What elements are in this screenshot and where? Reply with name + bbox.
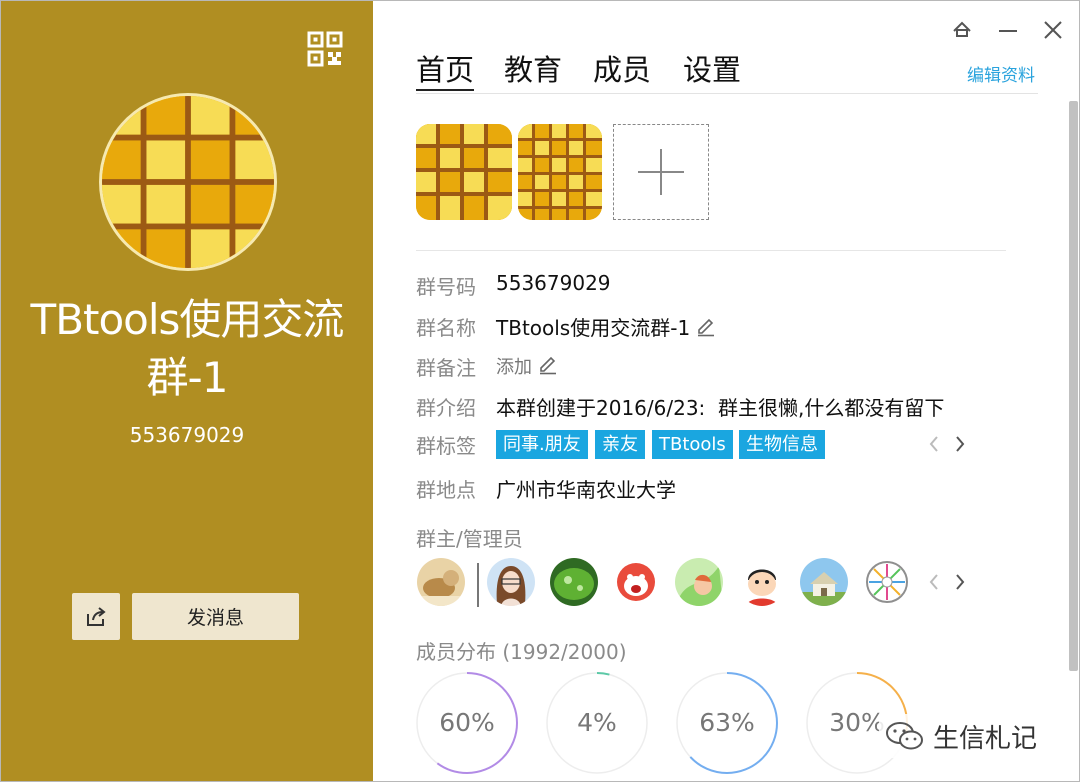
- tags-prev-icon[interactable]: [925, 433, 943, 455]
- group-tags-label: 群标签: [416, 434, 476, 458]
- add-photo-button[interactable]: [613, 124, 709, 220]
- active-tab-indicator: [416, 89, 474, 91]
- tabs-divider: [416, 93, 1038, 94]
- admin-avatar[interactable]: [417, 558, 465, 606]
- tag-item[interactable]: 亲友: [595, 430, 645, 459]
- admin-avatar[interactable]: [675, 558, 723, 606]
- tab-members[interactable]: 成员: [593, 47, 651, 91]
- group-remark-label: 群备注: [416, 356, 476, 380]
- admin-avatar[interactable]: [738, 558, 786, 606]
- admin-avatar[interactable]: [612, 558, 660, 606]
- tag-item[interactable]: 同事.朋友: [496, 430, 588, 459]
- owner-separator: [477, 563, 479, 607]
- distribution-label: 成员分布: [416, 640, 496, 664]
- admin-avatar[interactable]: [800, 558, 848, 606]
- group-name-value: TBtools使用交流群-1: [496, 316, 691, 340]
- minimize-icon[interactable]: [995, 17, 1021, 43]
- edit-remark-icon[interactable]: [538, 355, 558, 375]
- distribution-count: (1992/2000): [502, 640, 627, 664]
- admins-label: 群主/管理员: [416, 527, 523, 551]
- share-button[interactable]: [72, 593, 120, 640]
- group-avatar[interactable]: [99, 93, 277, 271]
- group-photo-2[interactable]: [518, 124, 602, 220]
- group-profile-window: TBtools使用交流群-1 553679029 发消息 首页 教育 成员 设置…: [0, 0, 1080, 782]
- ring-percent: 63%: [699, 708, 755, 737]
- group-number-value: 553679029: [496, 271, 611, 295]
- tag-item[interactable]: 生物信息: [739, 430, 825, 459]
- group-location-value: 广州市华南农业大学: [496, 478, 676, 502]
- edit-name-icon[interactable]: [696, 317, 716, 337]
- tags-next-icon[interactable]: [951, 433, 969, 455]
- distribution-ring[interactable]: 4%: [545, 671, 649, 775]
- qr-code-icon[interactable]: [307, 31, 343, 67]
- left-panel: TBtools使用交流群-1 553679029 发消息: [1, 1, 373, 781]
- close-icon[interactable]: [1040, 17, 1066, 43]
- group-location-label: 群地点: [416, 478, 476, 502]
- group-name-row: TBtools使用交流群-1: [496, 312, 716, 341]
- group-number: 553679029: [129, 423, 245, 447]
- admin-avatar[interactable]: [863, 558, 911, 606]
- watermark: 生信札记: [879, 714, 1044, 758]
- tag-item[interactable]: TBtools: [652, 430, 733, 459]
- group-intro-value: 本群创建于2016/6/23: 群主很懒,什么都没有留下: [496, 396, 945, 420]
- distribution-ring[interactable]: 63%: [675, 671, 779, 775]
- edit-profile-link[interactable]: 编辑资料: [967, 61, 1035, 86]
- ring-percent: 4%: [577, 708, 617, 737]
- avatar-grid-image: [102, 96, 274, 268]
- wechat-icon: [886, 722, 923, 750]
- plus-icon: [638, 149, 684, 195]
- group-number-label: 群号码: [416, 275, 476, 299]
- group-remark-row[interactable]: 添加: [496, 353, 558, 379]
- send-message-button[interactable]: 发消息: [132, 593, 299, 640]
- admins-next-icon[interactable]: [951, 571, 969, 593]
- group-remark-value[interactable]: 添加: [496, 357, 532, 378]
- group-title: TBtools使用交流群-1: [30, 295, 345, 402]
- scrollbar-thumb[interactable]: [1069, 101, 1078, 671]
- admins-prev-icon[interactable]: [925, 571, 943, 593]
- group-name-label: 群名称: [416, 316, 476, 340]
- watermark-text: 生信札记: [933, 723, 1038, 754]
- ring-percent: 60%: [439, 708, 495, 737]
- group-photo-1[interactable]: [416, 124, 512, 220]
- group-intro-label: 群介绍: [416, 396, 476, 420]
- tab-settings[interactable]: 设置: [683, 47, 741, 91]
- distribution-ring[interactable]: 60%: [415, 671, 519, 775]
- tab-home[interactable]: 首页: [416, 47, 474, 91]
- admin-avatar[interactable]: [487, 558, 535, 606]
- admin-avatar[interactable]: [550, 558, 598, 606]
- share-icon: [87, 606, 106, 626]
- tab-education[interactable]: 教育: [504, 47, 562, 91]
- pin-icon[interactable]: [949, 17, 975, 43]
- photos-divider: [416, 250, 1006, 251]
- distribution-title: 成员分布 (1992/2000): [416, 636, 627, 665]
